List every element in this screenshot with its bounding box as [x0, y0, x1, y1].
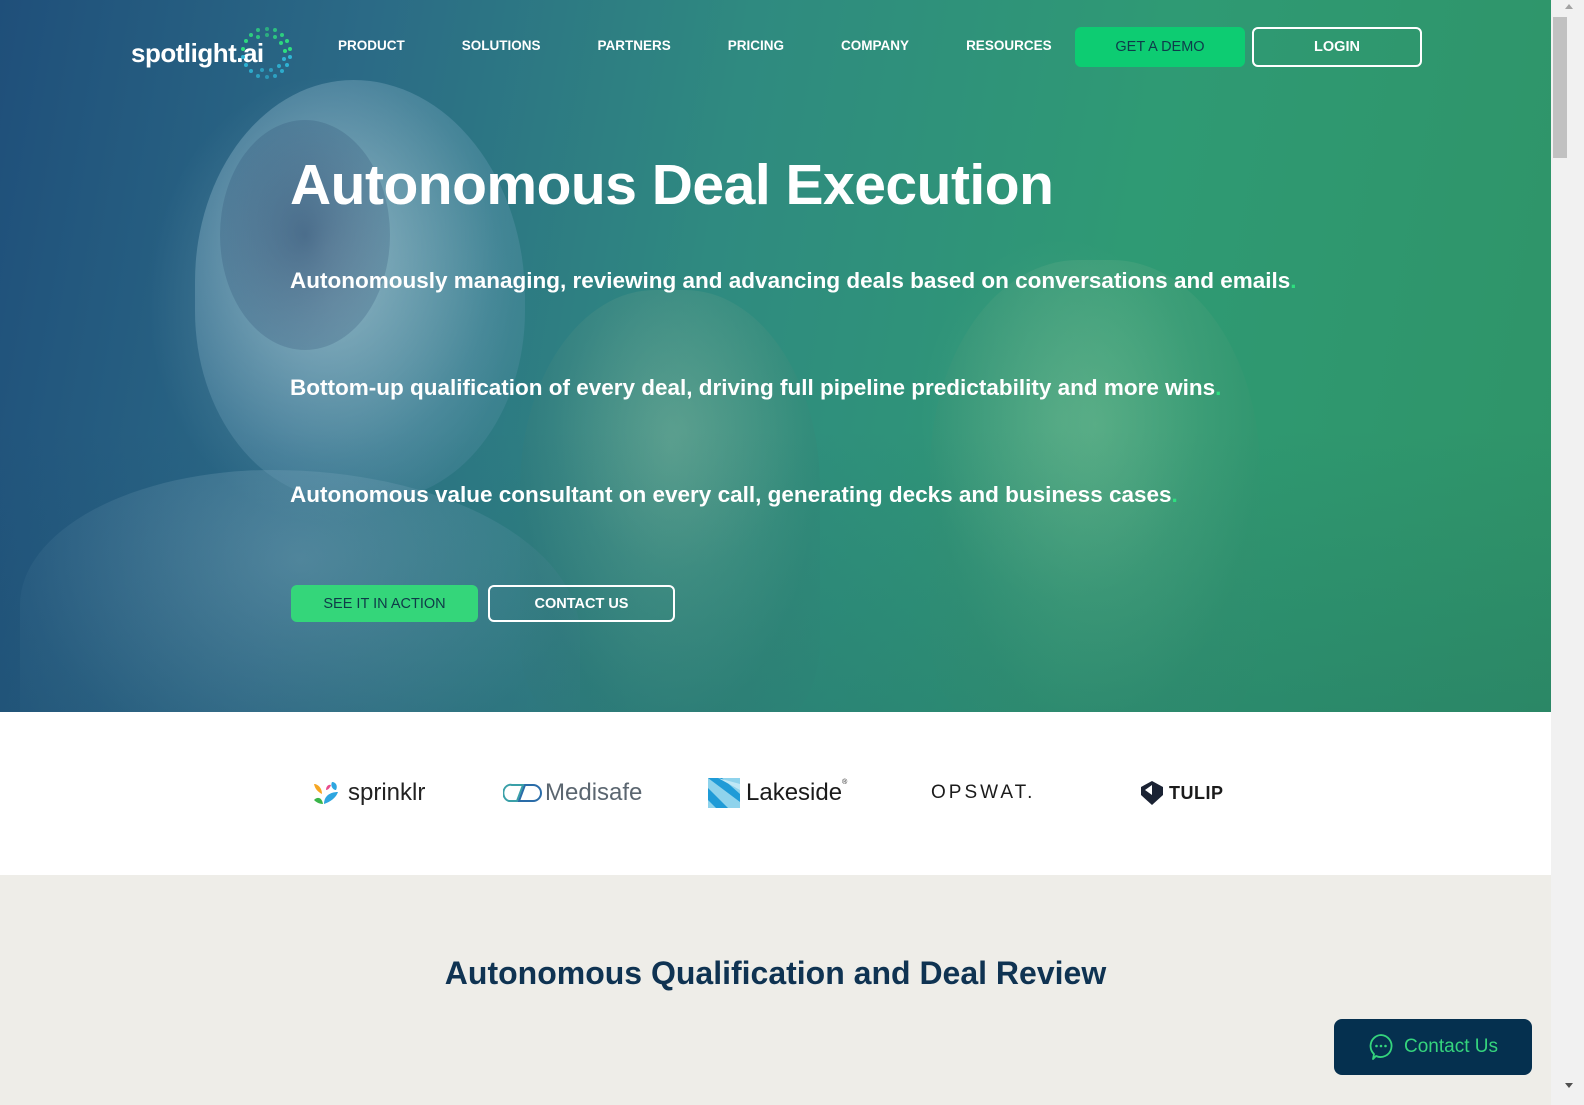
logo-dot: [241, 55, 246, 60]
logo-dot: [276, 64, 281, 69]
customer-logo-text: Lakeside®: [746, 779, 848, 806]
logo-dot: [285, 39, 290, 43]
scrollbar-thumb[interactable]: [1553, 17, 1567, 158]
logo-dot: [256, 35, 261, 40]
green-dot: .: [1171, 482, 1178, 507]
logo-dot: [285, 63, 290, 67]
logo-dot: [249, 32, 254, 37]
hero-value-text: Autonomous value consultant on every cal…: [290, 482, 1172, 507]
hero-title: Autonomous Deal Execution: [290, 153, 1054, 217]
logo-spotlight-dots-icon: [240, 26, 294, 80]
logo-dot: [260, 68, 265, 73]
logo-dot: [264, 75, 269, 79]
section-title: Autonomous Qualification and Deal Review: [444, 955, 1107, 991]
customer-logos-strip: sprinklr Medisafe Lakeside® OPSWAT. TULI…: [0, 712, 1551, 875]
nav-item-partners[interactable]: PARTNERS: [598, 38, 671, 53]
green-dot: .: [1215, 375, 1222, 400]
customer-logo-text: TULIP: [1169, 782, 1224, 803]
login-button[interactable]: LOGIN: [1252, 27, 1422, 67]
logo-dot: [264, 27, 269, 31]
logo-dot: [282, 48, 287, 53]
medisafe-icon: [503, 783, 542, 802]
hero-overlay: [0, 0, 1551, 712]
qualification-section: Autonomous Qualification and Deal Review: [0, 875, 1551, 1105]
green-dot: .: [1290, 268, 1297, 293]
floating-contact-label: Contact Us: [1404, 1036, 1498, 1057]
get-a-demo-button[interactable]: GET A DEMO: [1075, 27, 1245, 67]
logo-dot: [264, 33, 269, 37]
main-menu: PRODUCT SOLUTIONS PARTNERS PRICING COMPA…: [338, 38, 1052, 53]
logo-dot: [280, 32, 285, 37]
customer-logo-text: OPSWAT.: [931, 782, 1036, 803]
vertical-scrollbar[interactable]: [1551, 0, 1584, 1105]
logo-dot: [243, 39, 248, 43]
hero-value-text: Autonomously managing, reviewing and adv…: [290, 268, 1291, 293]
customer-logo-lakeside: Lakeside®: [708, 776, 847, 810]
hero-value-text: Bottom-up qualification of every deal, d…: [290, 375, 1216, 400]
scroll-up-arrow-icon[interactable]: [1565, 4, 1573, 9]
customer-logo-text: sprinklr: [348, 779, 426, 806]
scroll-down-arrow-icon[interactable]: [1565, 1083, 1573, 1088]
logo[interactable]: spotlight.ai: [131, 26, 294, 80]
chat-bubble-icon: [1369, 1034, 1393, 1060]
page: spotlight.ai PRODUCT SOLUTIONS PARTNERS …: [0, 0, 1551, 1105]
customer-logo-text: Medisafe: [545, 779, 643, 806]
customer-logo-sprinklr: sprinklr: [312, 776, 425, 810]
sprinklr-icon: [314, 782, 338, 804]
logo-dot: [272, 73, 277, 78]
logo-dot: [256, 28, 261, 33]
logo-dot: [281, 57, 286, 62]
nav-item-product[interactable]: PRODUCT: [338, 38, 405, 53]
logo-dot: [243, 63, 248, 67]
logo-dot: [288, 55, 293, 60]
nav-item-pricing[interactable]: PRICING: [728, 38, 784, 53]
logo-dot: [273, 35, 278, 40]
hero-section: spotlight.ai PRODUCT SOLUTIONS PARTNERS …: [0, 0, 1551, 712]
top-nav: spotlight.ai PRODUCT SOLUTIONS PARTNERS …: [0, 0, 1551, 94]
hero-value-line: Autonomously managing, reviewing and adv…: [290, 268, 1297, 294]
logo-dot: [280, 69, 285, 74]
logo-dot: [249, 69, 254, 74]
nav-item-resources[interactable]: RESOURCES: [966, 38, 1052, 53]
contact-us-button[interactable]: CONTACT US: [488, 585, 675, 622]
logo-dot: [268, 68, 273, 73]
logo-dot: [272, 28, 277, 33]
logo-dot: [288, 46, 293, 51]
logo-dot: [241, 46, 246, 51]
nav-item-company[interactable]: COMPANY: [841, 38, 909, 53]
customer-logo-opswat: OPSWAT.: [931, 776, 1035, 810]
customer-logo-medisafe: Medisafe: [503, 776, 642, 810]
customer-logo-tulip: TULIP: [1141, 776, 1224, 810]
see-it-in-action-button[interactable]: SEE IT IN ACTION: [291, 585, 478, 622]
hero-value-line: Bottom-up qualification of every deal, d…: [290, 375, 1221, 401]
lakeside-icon: [708, 778, 740, 808]
tulip-icon: [1141, 781, 1163, 805]
nav-item-solutions[interactable]: SOLUTIONS: [462, 38, 541, 53]
logo-dot: [256, 73, 261, 78]
hero-value-line: Autonomous value consultant on every cal…: [290, 482, 1178, 508]
floating-contact-us-button[interactable]: Contact Us: [1334, 1019, 1532, 1075]
logo-dot: [279, 40, 284, 45]
